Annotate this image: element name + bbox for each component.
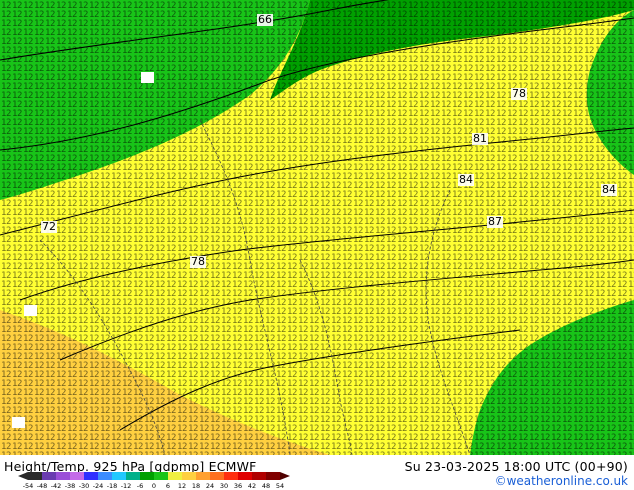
temperature-colorbar: -54 -48 -42 -38 -30 -24 -18 -12 -6 0 6 12 18 24 30 36 42… — [18, 472, 290, 490]
colorbar-tick-label: -12 — [121, 482, 132, 490]
contour-label-84-east: 84 — [601, 183, 617, 196]
colorbar-cell — [238, 472, 252, 480]
colorbar-cell — [126, 472, 140, 480]
colorbar-tick-label: 42 — [248, 482, 256, 490]
contour-label-78-east: 78 — [511, 87, 527, 100]
colorbar-tick-label: -54 — [23, 482, 34, 490]
contour-label-78-west: 78 — [190, 255, 206, 268]
isotherm-digit-texture — [0, 0, 634, 455]
colorbar-cell — [42, 472, 56, 480]
contour-label-87: 87 — [487, 215, 503, 228]
colorbar-cell — [56, 472, 70, 480]
colorbar-cell — [266, 472, 280, 480]
contour-label-81: 81 — [472, 132, 488, 145]
colorbar-cell — [182, 472, 196, 480]
colorbar-cell — [28, 472, 42, 480]
colorbar-tick-label: 24 — [206, 482, 214, 490]
colorbar-arrow-high — [280, 472, 290, 480]
colorbar-tick-label: 48 — [262, 482, 270, 490]
contour-label-66: 66 — [257, 13, 273, 26]
colorbar-tick-label: -24 — [93, 482, 104, 490]
colorbar-tick-label: -38 — [65, 482, 76, 490]
colorbar-cell — [70, 472, 84, 480]
colorbar-tick-label: 6 — [166, 482, 170, 490]
colorbar-cell — [112, 472, 126, 480]
contour-label-84-center: 84 — [458, 173, 474, 186]
colorbar-tick-label: -18 — [107, 482, 118, 490]
colorbar-tick-label: -30 — [79, 482, 90, 490]
colorbar-tick-label: -42 — [51, 482, 62, 490]
colorbar-tick-label: 30 — [220, 482, 228, 490]
colorbar-tick-label: 12 — [178, 482, 186, 490]
colorbar-tick-label: -6 — [137, 482, 143, 490]
colorbar-cell — [168, 472, 182, 480]
colorbar-cell — [98, 472, 112, 480]
colorbar-tick-label: 54 — [276, 482, 284, 490]
colorbar-tick-label: -48 — [37, 482, 48, 490]
colorbar-cell — [154, 472, 168, 480]
valid-time: Su 23-03-2025 18:00 UTC (00+90) — [404, 459, 628, 474]
colorbar-cell — [196, 472, 210, 480]
colorbar-tick-label: 36 — [234, 482, 242, 490]
colorbar-cell — [140, 472, 154, 480]
colorbar-tick-label: 0 — [152, 482, 156, 490]
credit-link[interactable]: ©weatheronline.co.uk — [495, 474, 628, 488]
colorbar-arrow-low — [18, 472, 28, 480]
colorbar-cell — [252, 472, 266, 480]
colorbar-cell — [210, 472, 224, 480]
contour-label-72: 72 — [41, 220, 57, 233]
colorbar-cell — [84, 472, 98, 480]
weather-map: 1 2 — [0, 0, 634, 490]
colorbar-cell — [224, 472, 238, 480]
map-canvas: 1 2 — [0, 0, 634, 455]
colorbar-tick-label: 18 — [192, 482, 200, 490]
